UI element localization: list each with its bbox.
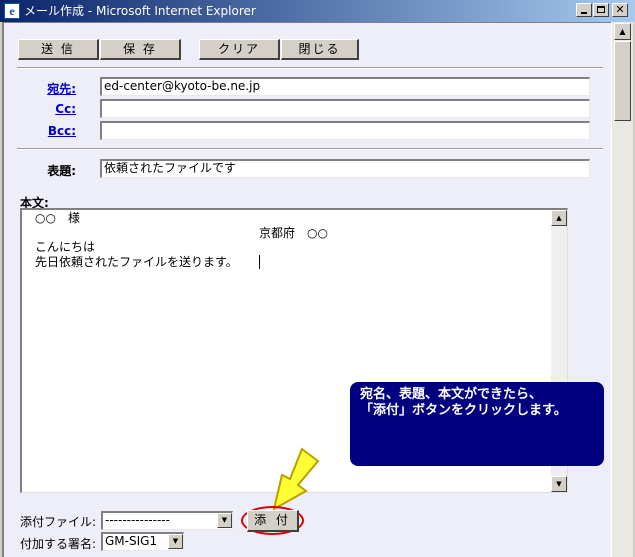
chevron-down-icon[interactable]: ▼ [168, 534, 183, 549]
to-field[interactable]: ed-center@kyoto-be.ne.jp [100, 77, 590, 96]
subject-label: 表題: [47, 164, 76, 178]
body-line: 京都府 ○○ [259, 226, 328, 240]
chevron-down-icon[interactable]: ▼ [217, 513, 232, 528]
pointer-arrow-icon [272, 447, 320, 511]
maximize-icon [597, 6, 605, 13]
body-line: ○○ 様 [35, 211, 80, 225]
ie-icon: e [4, 3, 20, 19]
bcc-link[interactable]: Bcc: [8, 124, 76, 138]
body-line: こんにちは [35, 240, 96, 254]
send-button[interactable]: 送 信 [18, 39, 99, 60]
to-link[interactable]: 宛先: [8, 80, 76, 97]
signature-label: 付加する署名: [20, 537, 97, 551]
clear-button[interactable]: クリア [199, 39, 280, 60]
mail-compose-page: 送 信 保 存 クリア 閉じる 宛先: ed-center@kyoto-be.n… [2, 22, 611, 557]
callout-line: 「添付」ボタンをクリックします。 [360, 403, 567, 418]
cc-link[interactable]: Cc: [8, 102, 76, 116]
close-icon: ✕ [615, 3, 625, 16]
bcc-field[interactable] [100, 121, 590, 140]
close-button[interactable]: 閉じる [281, 39, 359, 60]
callout-line: 宛名、表題、本文ができたら、 [360, 387, 543, 402]
scroll-down-icon[interactable]: ▼ [551, 476, 567, 492]
instruction-callout: 宛名、表題、本文ができたら、 「添付」ボタンをクリックします。 [350, 382, 604, 466]
title-bar: e メール作成 - Microsoft Internet Explorer ✕ [0, 0, 635, 22]
scroll-up-icon[interactable]: ▲ [551, 210, 567, 226]
cc-field[interactable] [100, 99, 590, 118]
body-line: 先日依頼されたファイルを送ります。 [35, 255, 238, 269]
attach-button[interactable]: 添 付 [247, 510, 299, 532]
window-title: メール作成 - Microsoft Internet Explorer [24, 4, 256, 18]
maximize-button[interactable] [593, 3, 609, 17]
scroll-thumb[interactable] [614, 41, 631, 121]
scroll-up-icon[interactable]: ▲ [614, 23, 631, 40]
attachment-selected: --------------- [105, 513, 170, 527]
save-button[interactable]: 保 存 [100, 39, 181, 60]
attachment-select[interactable]: --------------- ▼ [101, 511, 233, 530]
subject-field[interactable]: 依頼されたファイルです [100, 159, 590, 178]
minimize-icon [581, 12, 587, 14]
signature-selected: GM-SIG1 [105, 534, 158, 548]
close-window-button[interactable]: ✕ [612, 3, 628, 17]
minimize-button[interactable] [576, 3, 592, 17]
signature-select[interactable]: GM-SIG1 ▼ [101, 532, 184, 551]
text-caret [259, 255, 260, 269]
attachment-label: 添付ファイル: [20, 515, 97, 529]
page-scrollbar[interactable]: ▲ [611, 22, 633, 557]
divider [17, 67, 603, 69]
divider [17, 148, 603, 150]
